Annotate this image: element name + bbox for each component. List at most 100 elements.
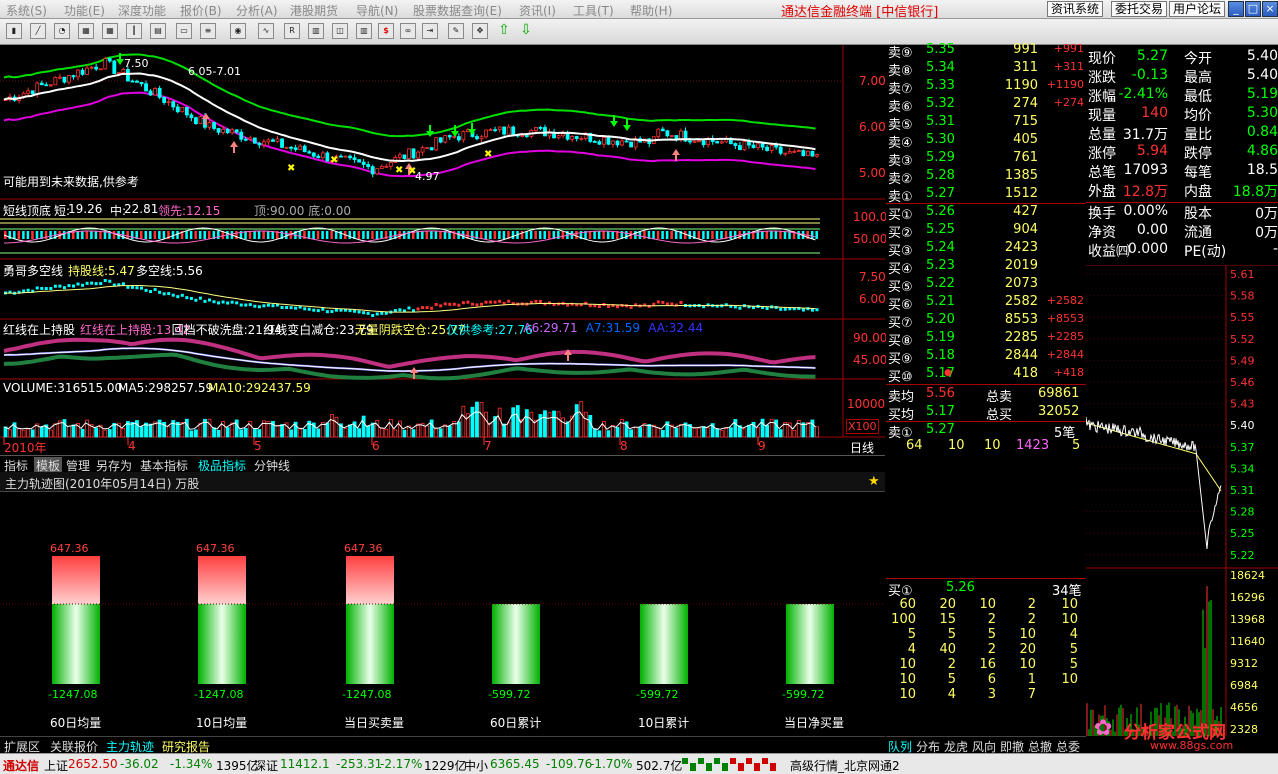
bar-positive [198,556,246,604]
top-button-1[interactable]: 委托交易 [1111,1,1168,17]
list-icon[interactable]: ≡ [200,23,216,39]
table-icon[interactable]: ▤ [150,23,166,39]
orderbook-row[interactable]: 卖⑤ 5.31 715 [888,114,1084,133]
x-axis-label: 5 [254,439,262,453]
deal-volume: 5 [987,627,996,642]
intraday-panel[interactable]: 5.61 5.58 5.55 5.52 5.49 5.46 5.43 5.40 5.37 5.34… [1085,264,1278,736]
period-label[interactable]: 日线 [850,439,874,456]
svg-text:✖: ✖ [287,163,295,174]
close-icon[interactable]: × [1262,1,1278,17]
export-icon[interactable]: ⇥ [422,23,438,39]
pen-icon[interactable]: ✎ [448,23,464,39]
trend-icon[interactable]: ∿ [258,23,274,39]
orderbook-row[interactable]: 买⑨ 5.18 2844 +2844 [888,348,1084,367]
orderbook-row[interactable]: 卖③ 5.29 761 [888,150,1084,169]
orderbook-volume: 1385 [1004,168,1038,183]
kline-chart-area[interactable]: ✖ ✖ ✖ ✖ ✖ 7.50 6.05-7.01 4.97 可能用到未来数据,供参考 7.00 6… [0,45,888,456]
orderbook-row[interactable]: 买⑦ 5.20 8553 +8553 [888,312,1084,331]
quote-row: 收益㈣ 0.000 PE(动) - [1088,241,1278,260]
quote-key: 每笔 [1184,165,1212,181]
quote-value: 5.30 [1246,105,1278,121]
quote-row: 现量 140 均价 5.30 [1088,105,1278,124]
orderbook-row[interactable]: 买⑩ 5.17 418 +418 [888,366,1084,385]
quote-value: 0.00% [1123,203,1168,219]
dollar-icon[interactable]: $ [378,23,394,39]
chart-icon[interactable]: ▥ [308,23,324,39]
orderbook-price: 5.33 [926,78,955,93]
bar-chart-icon[interactable]: ▮ [6,23,22,39]
top-button-0[interactable]: 资讯系统 [1047,1,1104,17]
menu-item-3[interactable]: 报价(B) [180,2,222,19]
up-arrow-icon[interactable]: ⇧ [496,23,512,39]
grid-icon[interactable]: ▦ [102,23,118,39]
sell1-queue-item: 10 [948,438,965,453]
grid-icon[interactable]: ▦ [78,23,94,39]
menu-item-6[interactable]: 导航(N) [356,2,398,19]
orderbook-volume: 1190 [1004,78,1038,93]
minimize-icon[interactable]: _ [1228,1,1244,17]
status-zx-amt: 502.7亿 [636,759,683,773]
doc-icon[interactable]: ▭ [176,23,192,39]
quote-value: 5.40 [1246,67,1278,83]
bb-hold-line: 持股线:5.47 [68,264,135,278]
menu-item-0[interactable]: 系统(S) [6,2,47,19]
red-param: A6:29.71 [523,321,578,335]
down-arrow-icon[interactable]: ⇩ [518,23,534,39]
candle-icon[interactable]: ┃ [126,23,142,39]
menu-item-9[interactable]: 工具(T) [573,2,614,19]
deal-volume: 10 [1019,657,1036,672]
quote-value: -0.13 [1131,67,1168,83]
orderbook-row[interactable]: 卖⑨ 5.35 991 +991 [888,42,1084,61]
orderbook-volume: 2582 [1004,294,1038,309]
menu-item-1[interactable]: 功能(E) [64,2,105,19]
intraday-price-tick: 5.61 [1230,268,1255,281]
quote-value: 5.94 [1136,143,1168,159]
menu-item-8[interactable]: 资讯(I) [519,2,556,19]
orderbook-row[interactable]: 卖⑥ 5.32 274 +274 [888,96,1084,115]
main-force-title: 主力轨迹图(2010年05月14日) 万股 [5,477,200,491]
line-chart-icon[interactable]: ╱ [30,23,46,39]
orderbook-row[interactable]: 买⑤ 5.22 2073 [888,276,1084,295]
menu-item-5[interactable]: 港股期货 [290,2,338,19]
status-server[interactable]: 高级行情_北京网通2 [790,757,900,774]
orderbook-row[interactable]: 卖① 5.27 1512 [888,186,1084,205]
move-icon[interactable]: ✥ [472,23,488,39]
quote-value: 18.8万 [1232,184,1278,200]
orderbook-row[interactable]: 买⑧ 5.19 2285 +2285 [888,330,1084,349]
orderbook-row[interactable]: 卖⑦ 5.33 1190 +1190 [888,78,1084,97]
osc-param-value: 22.81 [124,202,159,216]
orderbook-row[interactable]: 买③ 5.24 2423 [888,240,1084,259]
menu-item-2[interactable]: 深度功能 [118,2,166,19]
orderbook-row[interactable]: 买① 5.26 427 [888,204,1084,223]
red-axis-tick: 90.00 [853,331,888,345]
eye-icon[interactable]: ◉ [230,23,246,39]
intraday-chart-svg[interactable]: 5.61 5.58 5.55 5.52 5.49 5.46 5.43 5.40 5.37 5.34… [1085,264,1278,736]
orderbook-row[interactable]: 卖⑧ 5.34 311 +311 [888,60,1084,79]
quote-key: 内盘 [1184,184,1212,200]
rsi-icon[interactable]: R [284,23,300,39]
orderbook-row[interactable]: 买④ 5.23 2019 [888,258,1084,277]
x-axis-label: 2010年 [4,441,47,455]
orderbook-row[interactable]: 买⑥ 5.21 2582 +2582 [888,294,1084,313]
orderbook-row[interactable]: 卖② 5.28 1385 [888,168,1084,187]
status-zx-label: 中小 [464,759,489,773]
maximize-icon[interactable]: □ [1245,1,1261,17]
intraday-price-tick: 5.46 [1230,376,1255,389]
bar-bottom-value: -1247.08 [342,688,392,701]
menu-item-4[interactable]: 分析(A) [236,2,278,19]
deal-volume: 10 [899,657,916,672]
star-icon[interactable]: ★ [868,474,880,489]
menu-item-10[interactable]: 帮助(H) [630,2,672,19]
top-button-2[interactable]: 用户论坛 [1169,1,1226,17]
chart-icon[interactable]: ▥ [356,23,372,39]
quote-value: 5.27 [1136,48,1168,64]
deal-queue: 买① 5.26 34笔 60 20 10 2 10 100 15 2 2 10 5 5 5 10 4 4 40 2 20 5… [886,578,1086,736]
link-icon[interactable]: ∞ [400,23,416,39]
pie-icon[interactable]: ◔ [54,23,70,39]
menu-item-7[interactable]: 股票数据查询(E) [413,2,502,19]
orderbook-row[interactable]: 卖④ 5.30 405 [888,132,1084,151]
orderbook-row[interactable]: 买② 5.25 904 [888,222,1084,241]
orderbook-volume: 2019 [1004,258,1038,273]
orders-icon[interactable]: ◫ [332,23,348,39]
orderbook-level: 卖⑤ [888,118,913,133]
